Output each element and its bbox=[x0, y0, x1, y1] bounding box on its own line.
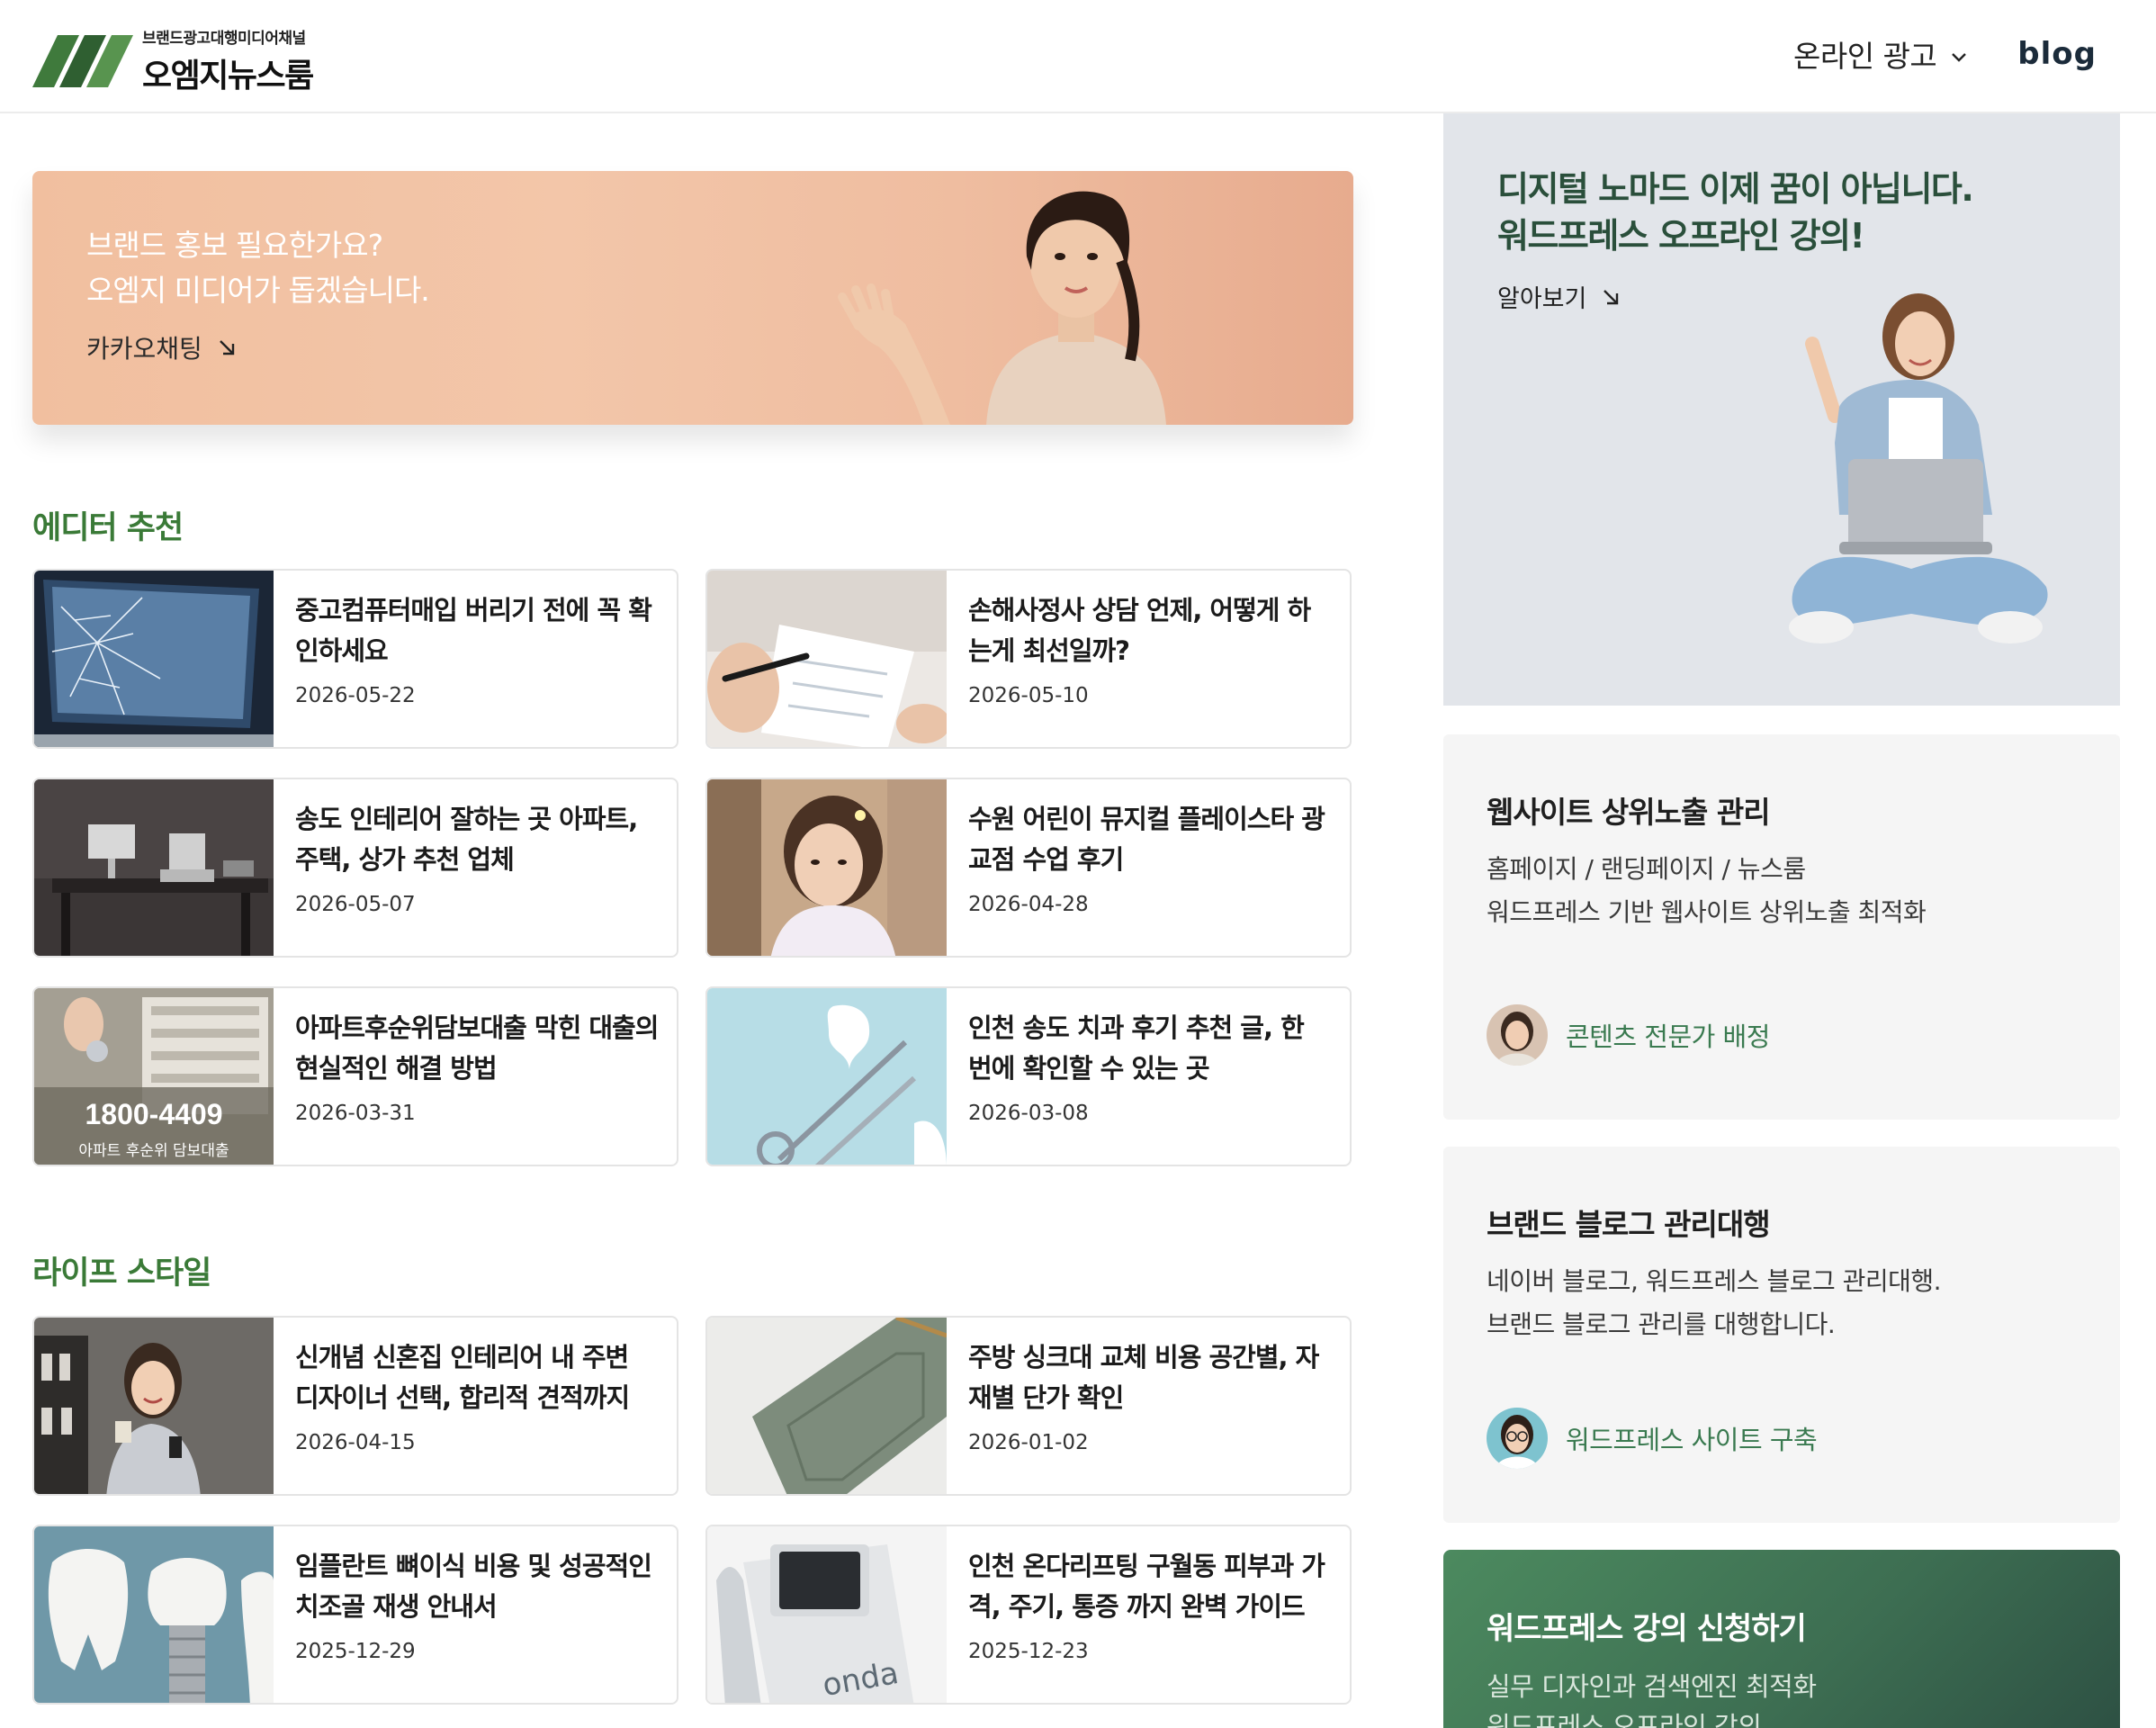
nav-online-ads[interactable]: 온라인 광고 bbox=[1793, 32, 1969, 76]
cabinet-door-thumbnail bbox=[707, 1318, 947, 1494]
wordpress-lecture-cta[interactable]: 워드프레스 강의 신청하기 실무 디자인과 검색엔진 최적화 워드프레스 오프라… bbox=[1443, 1550, 2120, 1728]
card-title: 수원 어린이 뮤지컬 플레이스타 광교점 수업 후기 bbox=[968, 804, 1325, 875]
card-date: 2026-03-08 bbox=[968, 1102, 1089, 1125]
document-pen-thumbnail bbox=[707, 571, 947, 747]
logo-title: 오엠지뉴스룸 bbox=[142, 58, 314, 94]
card-title: 임플란트 뼈이식 비용 및 성공적인 치조골 재생 안내서 bbox=[295, 1551, 652, 1622]
chevron-down-icon bbox=[1952, 53, 1967, 62]
card-title: 인천 송도 치과 후기 추천 글, 한 번에 확인할 수 있는 곳 bbox=[968, 1012, 1305, 1084]
child-portrait-thumbnail bbox=[707, 779, 947, 956]
article-card[interactable]: onda 인천 온다리프팅 구월동 피부과 가격, 주기, 통증 까지 완벽 가… bbox=[705, 1525, 1352, 1705]
blog-box-title: 브랜드 블로그 관리대행 bbox=[1487, 1207, 1771, 1242]
cta-desc-line-1: 실무 디자인과 검색엔진 최적화 bbox=[1487, 1671, 1817, 1702]
woman-laptop-image bbox=[1789, 293, 2048, 644]
blog-desc-line-2: 브랜드 블로그 관리를 대행합니다. bbox=[1487, 1310, 1836, 1339]
article-card[interactable]: 임플란트 뼈이식 비용 및 성공적인 치조골 재생 안내서 2025-12-29 bbox=[32, 1525, 678, 1705]
dental-tools-thumbnail bbox=[707, 988, 947, 1165]
nav-online-ads-label: 온라인 광고 bbox=[1793, 39, 1937, 74]
cta-description: 실무 디자인과 검색엔진 최적화 워드프레스 오프라인 강의 bbox=[1487, 1667, 1817, 1728]
blog-desc-line-1: 네이버 블로그, 워드프레스 블로그 관리대행. bbox=[1487, 1266, 1942, 1296]
hero-woman-image bbox=[838, 191, 1166, 425]
site-logo[interactable]: 브랜드광고대행미디어채널 오엠지뉴스룸 bbox=[32, 25, 314, 96]
cta-title: 워드프레스 강의 신청하기 bbox=[1487, 1611, 1807, 1647]
logo-mark-icon bbox=[32, 34, 133, 87]
hero-line-2: 오엠지 미디어가 돕겠습니다. bbox=[86, 273, 430, 308]
sidebar-lecture-banner[interactable]: 디지털 노마드 이제 꿈이 아닙니다. 워드프레스 오프라인 강의! 알아보기 bbox=[1443, 113, 2120, 706]
arrow-down-right-icon bbox=[1604, 289, 1619, 304]
onda-device-thumbnail: onda bbox=[707, 1526, 947, 1703]
sidebar-seo-box: 웹사이트 상위노출 관리 홈페이지 / 랜딩페이지 / 뉴스룸 워드프레스 기반… bbox=[1443, 734, 2120, 1120]
blog-box-description: 네이버 블로그, 워드프레스 블로그 관리대행. 브랜드 블로그 관리를 대행합… bbox=[1487, 1260, 1942, 1346]
cta-desc-line-2: 워드프레스 오프라인 강의 bbox=[1487, 1711, 1762, 1728]
article-card[interactable]: 송도 인테리어 잘하는 곳 아파트, 주택, 상가 추천 업체 2026-05-… bbox=[32, 778, 678, 958]
seo-desc-line-1: 홈페이지 / 랜딩페이지 / 뉴스룸 bbox=[1487, 854, 1806, 884]
seo-desc-line-2: 워드프레스 기반 웹사이트 상위노출 최적화 bbox=[1487, 897, 1927, 927]
site-header: 브랜드광고대행미디어채널 오엠지뉴스룸 온라인 광고 blog bbox=[0, 0, 2156, 113]
card-date: 2025-12-29 bbox=[295, 1640, 416, 1663]
card-title: 인천 온다리프팅 구월동 피부과 가격, 주기, 통증 까지 완벽 가이드 bbox=[968, 1551, 1325, 1622]
nav-blog[interactable]: blog bbox=[2017, 36, 2097, 72]
card-title: 중고컴퓨터매입 버리기 전에 꼭 확인하세요 bbox=[295, 595, 652, 666]
learn-more-link[interactable]: 알아보기 bbox=[1497, 279, 1621, 314]
card-date: 2026-05-22 bbox=[295, 684, 416, 707]
article-card[interactable]: 주방 싱크대 교체 비용 공간별, 자재별 단가 확인 2026-01-02 bbox=[705, 1316, 1352, 1496]
article-card[interactable]: 중고컴퓨터매입 버리기 전에 꼭 확인하세요 2026-05-22 bbox=[32, 569, 678, 749]
card-date: 2026-05-07 bbox=[295, 893, 416, 916]
loan-phone-number: 1800-4409 bbox=[85, 1098, 223, 1130]
woman-coffee-thumbnail bbox=[34, 1318, 274, 1494]
sidebar-banner-headline: 디지털 노마드 이제 꿈이 아닙니다. 워드프레스 오프라인 강의! bbox=[1497, 166, 1974, 259]
card-date: 2026-03-31 bbox=[295, 1102, 416, 1125]
article-card[interactable]: 수원 어린이 뮤지컬 플레이스타 광교점 수업 후기 2026-04-28 bbox=[705, 778, 1352, 958]
article-card[interactable]: 1800-4409 아파트 후순위 담보대출 아파트후순위담보대출 막힌 대출의… bbox=[32, 986, 678, 1166]
avatar bbox=[1487, 1408, 1548, 1469]
kakao-chat-label: 카카오채팅 bbox=[86, 334, 202, 364]
hero-line-1: 브랜드 홍보 필요한가요? bbox=[86, 228, 383, 263]
section-title-lifestyle: 라이프 스타일 bbox=[32, 1256, 211, 1292]
wordpress-build-link[interactable]: 워드프레스 사이트 구축 bbox=[1487, 1408, 1818, 1469]
sidebar-banner-line-1: 디지털 노마드 이제 꿈이 아닙니다. bbox=[1497, 169, 1974, 209]
loan-caption: 아파트 후순위 담보대출 bbox=[78, 1142, 229, 1160]
learn-more-label: 알아보기 bbox=[1497, 285, 1587, 313]
card-date: 2026-01-02 bbox=[968, 1431, 1089, 1454]
avatar bbox=[1487, 1004, 1548, 1066]
section-title-editor-pick: 에디터 추천 bbox=[32, 510, 184, 546]
card-title: 송도 인테리어 잘하는 곳 아파트, 주택, 상가 추천 업체 bbox=[295, 804, 638, 875]
article-card[interactable]: 손해사정사 상담 언제, 어떻게 하는게 최선일까? 2026-05-10 bbox=[705, 569, 1352, 749]
wordpress-build-label: 워드프레스 사이트 구축 bbox=[1566, 1425, 1818, 1455]
card-date: 2026-05-10 bbox=[968, 684, 1089, 707]
article-card[interactable]: 신개념 신혼집 인테리어 내 주변 디자이너 선택, 합리적 견적까지 2026… bbox=[32, 1316, 678, 1496]
seo-box-description: 홈페이지 / 랜딩페이지 / 뉴스룸 워드프레스 기반 웹사이트 상위노출 최적… bbox=[1487, 848, 1927, 934]
hero-headline: 브랜드 홍보 필요한가요? 오엠지 미디어가 돕겠습니다. bbox=[86, 223, 430, 313]
card-title: 신개념 신혼집 인테리어 내 주변 디자이너 선택, 합리적 견적까지 bbox=[295, 1342, 630, 1413]
card-date: 2026-04-15 bbox=[295, 1431, 416, 1454]
kakao-chat-link[interactable]: 카카오채팅 bbox=[86, 329, 237, 365]
seo-box-title: 웹사이트 상위노출 관리 bbox=[1487, 795, 1771, 830]
card-date: 2026-04-28 bbox=[968, 893, 1089, 916]
logo-tagline: 브랜드광고대행미디어채널 bbox=[142, 30, 306, 48]
main-nav: 온라인 광고 blog bbox=[1793, 32, 2097, 76]
content-expert-link[interactable]: 콘텐츠 전문가 배정 bbox=[1487, 1004, 1770, 1066]
content-expert-label: 콘텐츠 전문가 배정 bbox=[1566, 1022, 1770, 1052]
apartment-loan-thumbnail: 1800-4409 아파트 후순위 담보대출 bbox=[34, 988, 274, 1165]
dental-implant-thumbnail bbox=[34, 1526, 274, 1703]
sidebar-blog-box: 브랜드 블로그 관리대행 네이버 블로그, 워드프레스 블로그 관리대행. 브랜… bbox=[1443, 1147, 2120, 1523]
cracked-laptop-thumbnail bbox=[34, 571, 274, 747]
card-title: 주방 싱크대 교체 비용 공간별, 자재별 단가 확인 bbox=[968, 1342, 1319, 1413]
office-desk-thumbnail bbox=[34, 779, 274, 956]
sidebar-banner-line-2: 워드프레스 오프라인 강의! bbox=[1497, 216, 1865, 256]
article-card[interactable]: 인천 송도 치과 후기 추천 글, 한 번에 확인할 수 있는 곳 2026-0… bbox=[705, 986, 1352, 1166]
hero-banner[interactable]: 브랜드 홍보 필요한가요? 오엠지 미디어가 돕겠습니다. 카카오채팅 bbox=[32, 171, 1353, 425]
arrow-down-right-icon bbox=[219, 340, 235, 356]
card-title: 손해사정사 상담 언제, 어떻게 하는게 최선일까? bbox=[968, 595, 1311, 666]
card-title: 아파트후순위담보대출 막힌 대출의 현실적인 해결 방법 bbox=[295, 1012, 659, 1084]
card-date: 2025-12-23 bbox=[968, 1640, 1089, 1663]
